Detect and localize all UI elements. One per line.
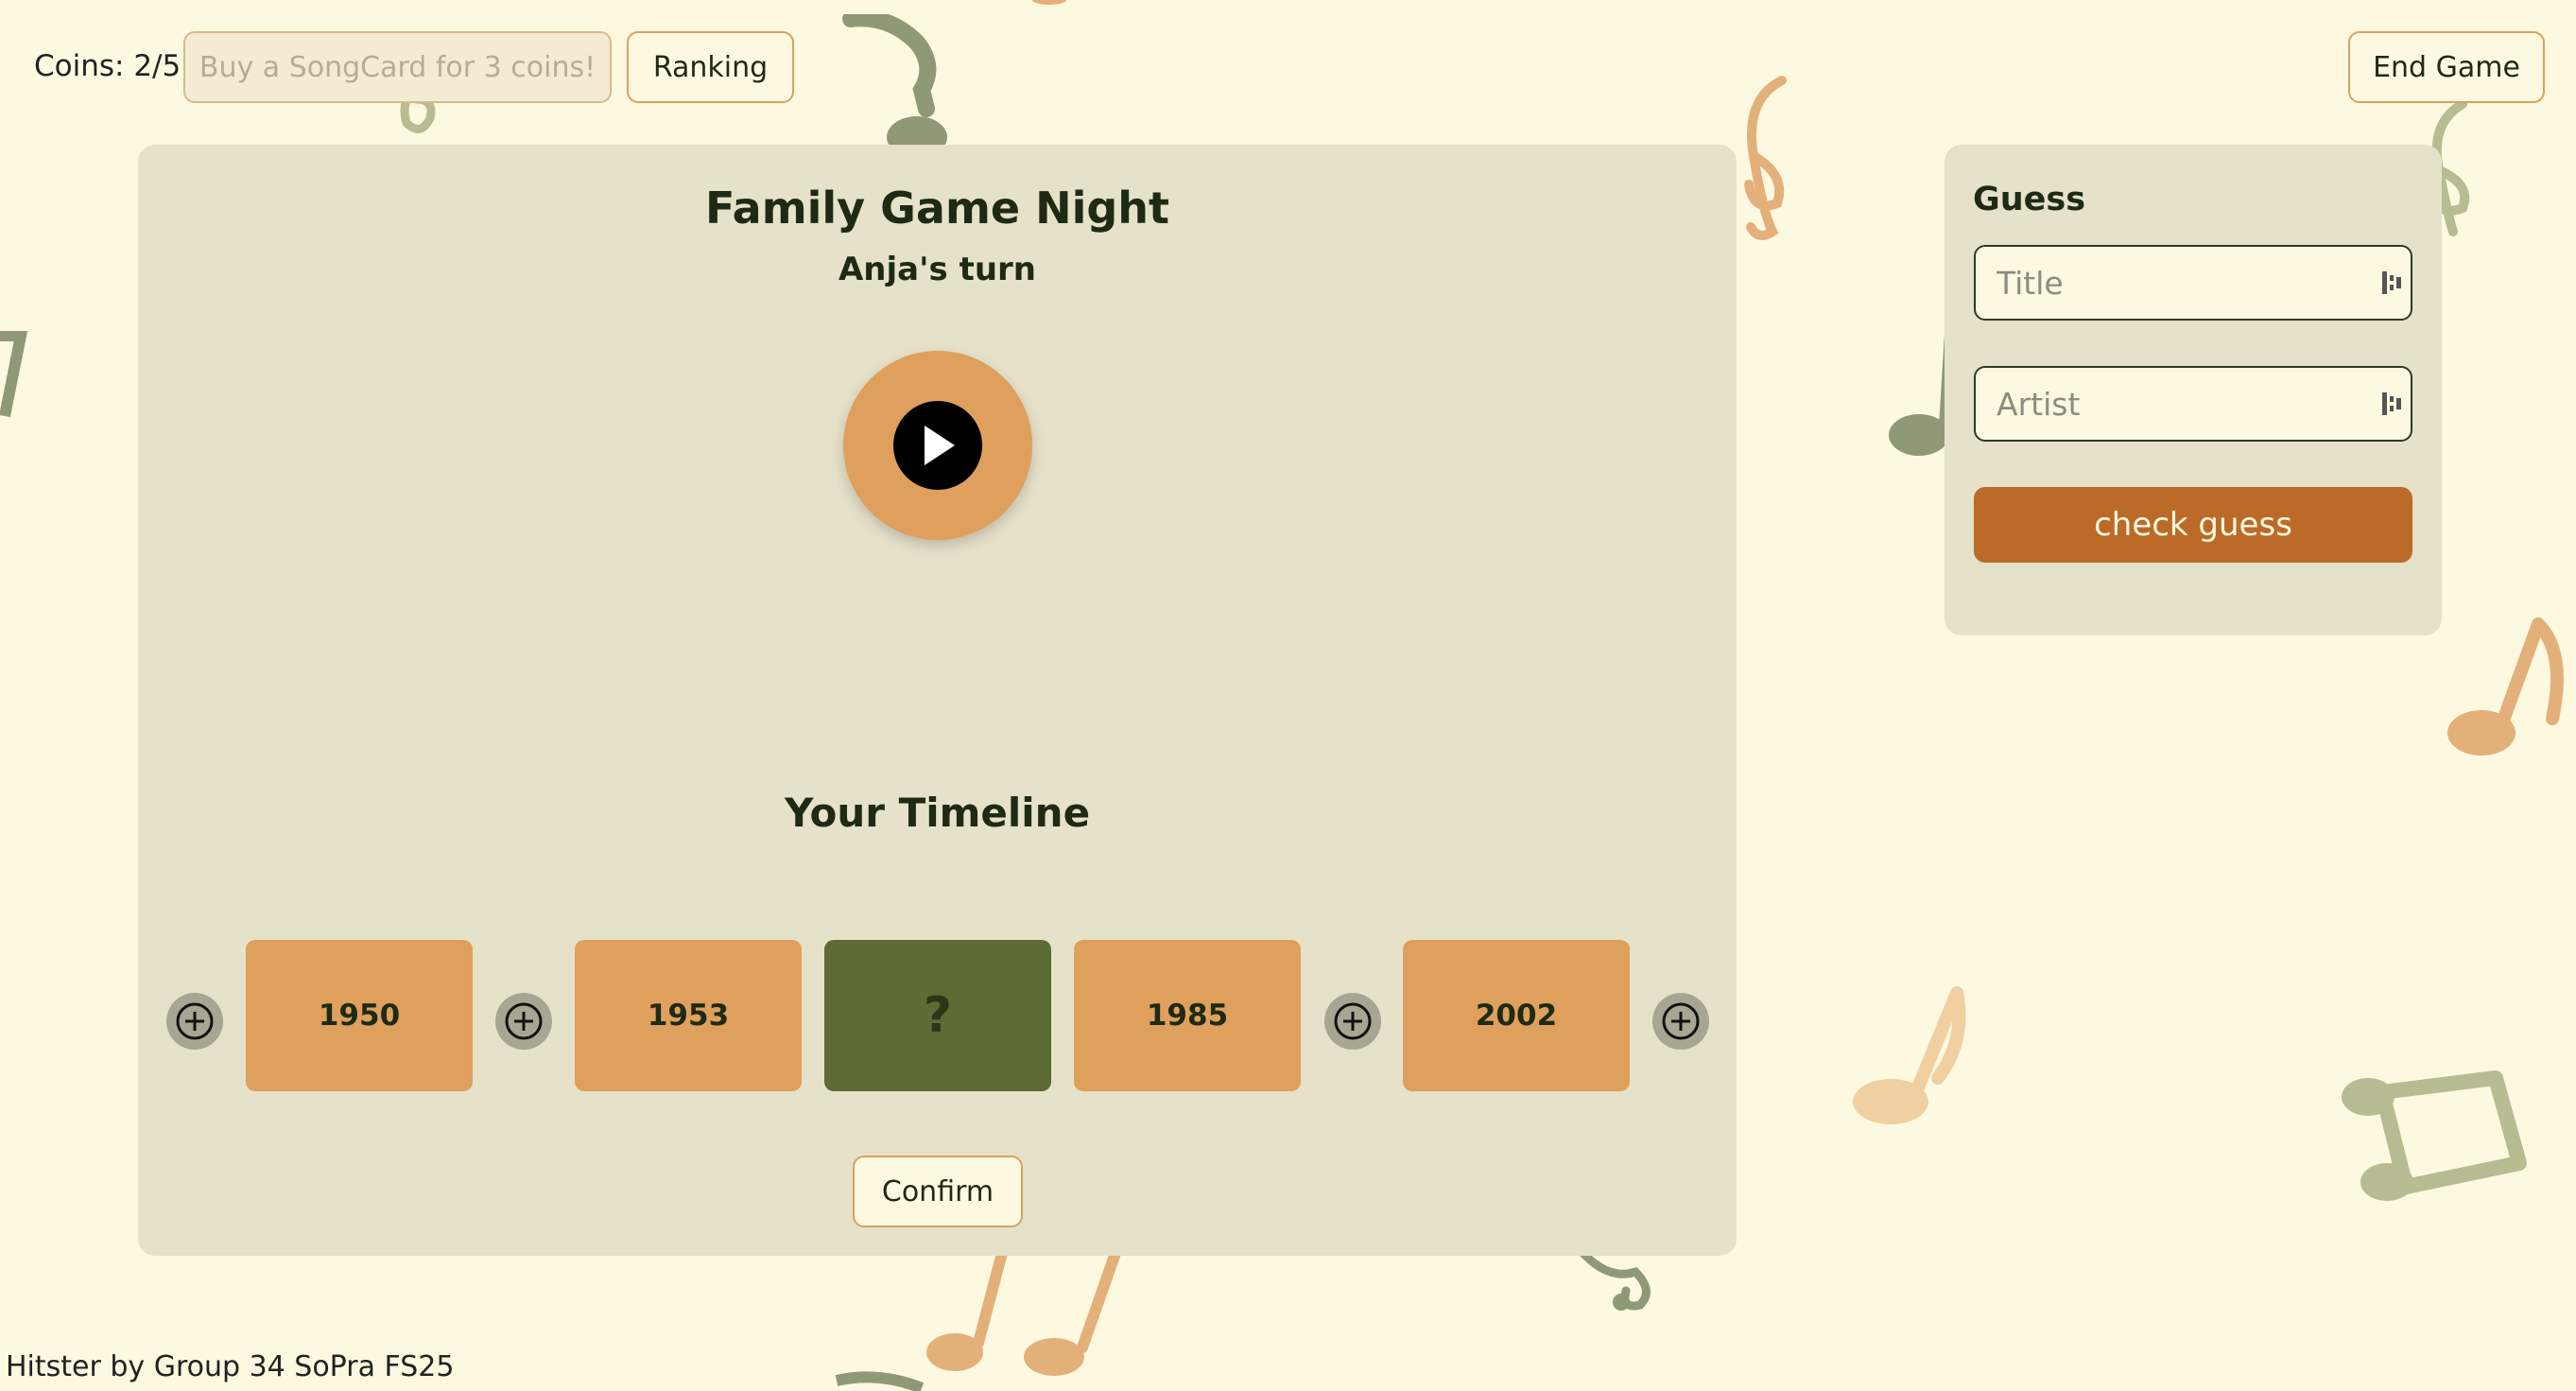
insert-slot-button[interactable]: [495, 993, 552, 1050]
plus-circle-icon: [505, 1002, 543, 1040]
turn-indicator: Anja's turn: [838, 251, 1037, 288]
insert-slot-button[interactable]: [1652, 993, 1709, 1050]
music-note-icon: [0, 331, 28, 418]
buy-songcard-button[interactable]: Buy a SongCard for 3 coins!: [183, 31, 612, 103]
beamed-notes-icon: [2342, 1070, 2527, 1201]
plus-circle-icon: [1662, 1002, 1700, 1040]
timeline-card: 1953: [575, 940, 802, 1091]
game-title: Family Game Night: [704, 183, 1170, 234]
end-game-button[interactable]: End Game: [2348, 31, 2545, 103]
timeline-card: 2002: [1403, 940, 1630, 1091]
coins-counter: Coins: 2/5: [34, 49, 182, 83]
treble-clef-icon: [1744, 76, 1787, 240]
music-note-icon: [1032, 0, 1066, 5]
mystery-card[interactable]: ?: [824, 940, 1051, 1091]
plus-circle-icon: [176, 1002, 214, 1040]
plus-circle-icon: [1334, 1002, 1372, 1040]
timeline-card: 1950: [246, 940, 473, 1091]
guess-panel: Guess check guess: [1945, 145, 2442, 635]
music-note-icon: [835, 1371, 925, 1391]
music-note-icon: [842, 14, 947, 156]
title-input[interactable]: [1974, 245, 2412, 321]
insert-slot-button[interactable]: [166, 993, 223, 1050]
guess-title: Guess: [1973, 181, 2086, 218]
artist-input[interactable]: [1974, 366, 2412, 442]
game-panel: Family Game Night Anja's turn Your Timel…: [138, 145, 1737, 1256]
timeline-card: 1985: [1074, 940, 1301, 1091]
music-note-icon: [1853, 986, 1966, 1124]
play-icon: [893, 401, 982, 490]
confirm-button[interactable]: Confirm: [853, 1156, 1023, 1227]
music-note-icon: [2447, 617, 2564, 756]
ranking-button[interactable]: Ranking: [627, 31, 794, 103]
check-guess-button[interactable]: check guess: [1974, 487, 2412, 563]
timeline-title: Your Timeline: [784, 790, 1091, 836]
play-button[interactable]: [843, 351, 1032, 540]
insert-slot-button[interactable]: [1324, 993, 1381, 1050]
music-note-icon: [926, 1248, 1121, 1376]
footer-credit: Hitster by Group 34 SoPra FS25: [6, 1350, 455, 1383]
